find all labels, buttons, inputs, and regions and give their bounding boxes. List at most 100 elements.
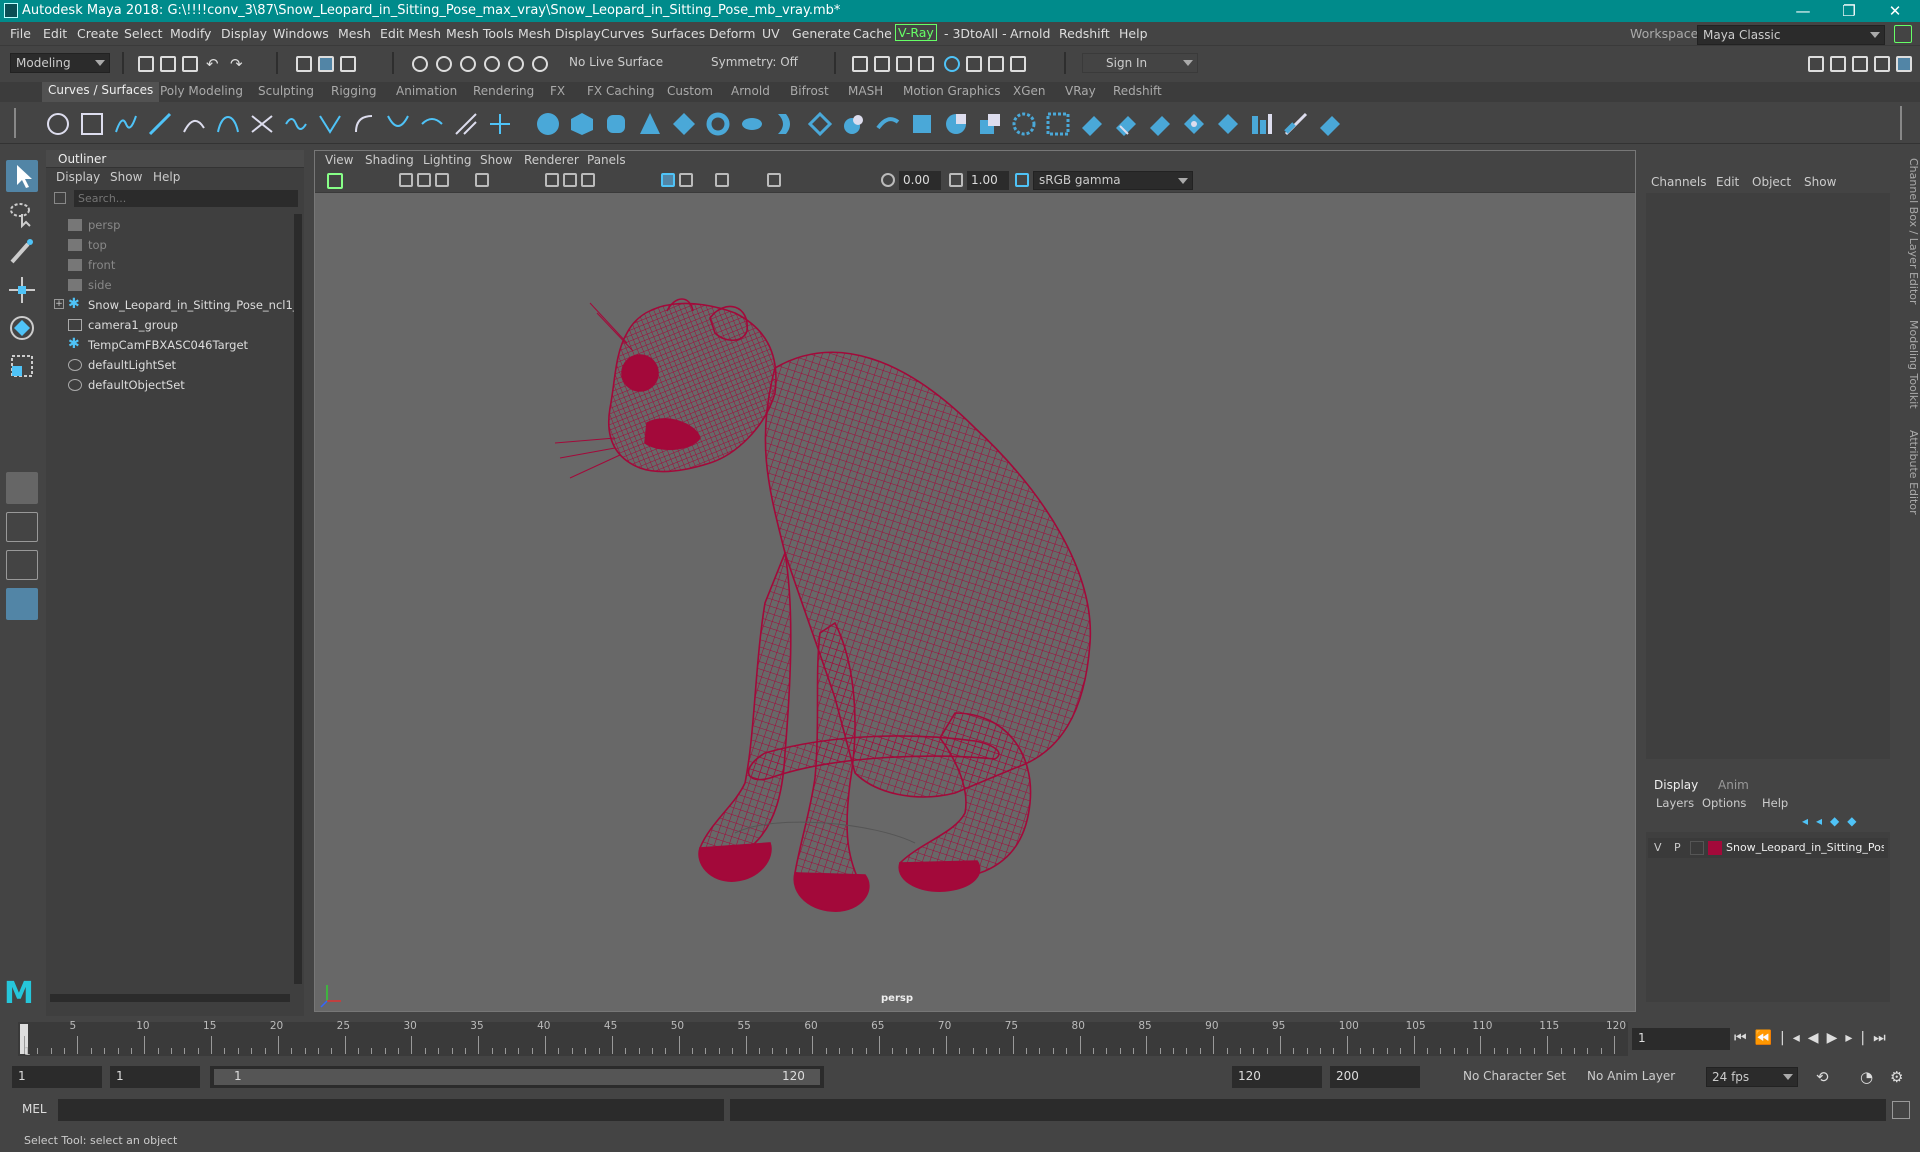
shelf-tab-animation[interactable]: Animation [396, 84, 457, 98]
new-scene-icon[interactable] [138, 56, 154, 72]
step-back-frame-icon[interactable]: ⏪ [1755, 1030, 1780, 1046]
layer-name[interactable]: Snow_Leopard_in_Sitting_Pose [1726, 841, 1884, 854]
extend-curve-icon[interactable] [352, 112, 376, 136]
viewport-menu-panels[interactable]: Panels [587, 153, 626, 167]
menu-surfaces[interactable]: Surfaces [651, 26, 705, 41]
outliner-vertical-scrollbar[interactable] [294, 214, 302, 984]
undo-icon[interactable]: ↶ [206, 55, 219, 73]
channelbox-menu-edit[interactable]: Edit [1716, 175, 1739, 189]
persp-outliner-layout-icon[interactable] [6, 550, 38, 580]
viewport-menu-view[interactable]: View [325, 153, 353, 167]
close-button[interactable]: ✕ [1872, 0, 1918, 22]
toggle-modeling-toolkit-icon[interactable] [1808, 56, 1824, 72]
pause-render-icon[interactable] [1010, 56, 1026, 72]
open-scene-icon[interactable] [160, 56, 176, 72]
attach-surfaces-icon[interactable] [1182, 112, 1206, 136]
go-to-end-icon[interactable]: ⏭ [1873, 1030, 1894, 1046]
restore-button[interactable]: ❐ [1826, 0, 1872, 22]
ipr-render-icon[interactable] [896, 56, 912, 72]
single-perspective-layout-icon[interactable] [6, 472, 38, 504]
arc-tool-icon[interactable] [216, 112, 240, 136]
menu-vray[interactable]: V-Ray [895, 24, 937, 41]
menu-3dtoall[interactable]: - 3DtoAll - [944, 26, 1007, 41]
symmetry-dropdown[interactable]: Symmetry: Off [706, 53, 806, 73]
channelbox-menu-show[interactable]: Show [1804, 175, 1836, 189]
snow-leopard-wireframe[interactable] [315, 193, 1635, 1011]
menu-create[interactable]: Create [77, 26, 119, 41]
offset-curve-icon[interactable] [386, 112, 410, 136]
nurbs-sphere-icon[interactable] [536, 112, 560, 136]
live-surface-field[interactable]: No Live Surface [564, 53, 664, 73]
shelf-tab-rendering[interactable]: Rendering [473, 84, 534, 98]
birail-icon[interactable] [876, 112, 900, 136]
planar-icon[interactable] [808, 112, 832, 136]
anim-layer-dropdown[interactable]: No Anim Layer [1582, 1067, 1688, 1087]
menu-modify[interactable]: Modify [170, 26, 211, 41]
shelf-tab-arnold[interactable]: Arnold [731, 84, 770, 98]
textured-icon[interactable] [715, 173, 729, 187]
shelf-tab-xgen[interactable]: XGen [1013, 84, 1046, 98]
film-gate-icon[interactable] [563, 173, 577, 187]
hypershade-icon[interactable] [944, 56, 960, 72]
isolate-select-icon[interactable] [767, 173, 781, 187]
layer-menu-help[interactable]: Help [1762, 796, 1788, 810]
nurbs-torus-icon[interactable] [706, 112, 730, 136]
nurbs-square-icon[interactable] [80, 112, 104, 136]
exposure-field[interactable]: 0.00 [899, 171, 941, 190]
outliner-item-top[interactable]: top [88, 238, 107, 252]
layer-menu-options[interactable]: Options [1702, 796, 1746, 810]
auto-key-icon[interactable]: ◔ [1860, 1068, 1873, 1086]
outliner-item-camera1-group[interactable]: camera1_group [88, 318, 178, 332]
outliner-layout-icon[interactable] [6, 588, 38, 620]
menu-file[interactable]: File [10, 26, 31, 41]
shelf-tab-motion-graphics[interactable]: Motion Graphics [903, 84, 1001, 98]
current-frame-field[interactable]: 1 [1632, 1028, 1730, 1050]
layer-visibility-toggle[interactable]: V [1654, 841, 1662, 854]
bookmarks-icon[interactable] [417, 173, 431, 187]
menu-arnold[interactable]: Arnold [1010, 26, 1050, 41]
layer-display-type-toggle[interactable] [1690, 841, 1704, 855]
attach-curves-icon[interactable] [250, 112, 274, 136]
menu-select[interactable]: Select [124, 26, 163, 41]
grid-icon[interactable] [545, 173, 559, 187]
menu-generate[interactable]: Generate [792, 26, 850, 41]
shelf-tab-mash[interactable]: MASH [848, 84, 883, 98]
toggle-tool-settings-icon[interactable] [1874, 56, 1890, 72]
redo-icon[interactable]: ↷ [230, 55, 243, 73]
toggle-human-ik-icon[interactable] [1830, 56, 1846, 72]
smooth-shade-icon[interactable] [679, 173, 693, 187]
shelf-tab-vray[interactable]: VRay [1065, 84, 1096, 98]
shelf-tab-fx-caching[interactable]: FX Caching [587, 84, 654, 98]
workspace-dropdown[interactable]: Maya Classic [1697, 25, 1885, 45]
select-component-icon[interactable] [340, 56, 356, 72]
loft-icon[interactable] [774, 112, 798, 136]
color-management-icon[interactable] [1015, 173, 1029, 187]
outliner-menu-show[interactable]: Show [110, 170, 142, 184]
paint-select-tool-icon[interactable] [6, 236, 38, 268]
layer-row[interactable]: V P Snow_Leopard_in_Sitting_Pose [1648, 838, 1888, 858]
menu-uv[interactable]: UV [762, 26, 780, 41]
outliner-item-snow-leopard[interactable]: Snow_Leopard_in_Sitting_Pose_ncl1_ [88, 298, 299, 312]
shelf-tab-bifrost[interactable]: Bifrost [790, 84, 829, 98]
outliner-menu-help[interactable]: Help [153, 170, 180, 184]
save-scene-icon[interactable] [182, 56, 198, 72]
expand-icon[interactable]: + [54, 299, 64, 309]
side-tab-modeling-toolkit[interactable]: Modeling Toolkit [1904, 320, 1920, 409]
ep-curve-tool-icon[interactable] [148, 112, 172, 136]
play-back-icon[interactable]: ◀ [1808, 1030, 1827, 1046]
resolution-gate-icon[interactable] [581, 173, 595, 187]
wireframe-icon[interactable] [661, 173, 675, 187]
channelbox-menu-object[interactable]: Object [1752, 175, 1791, 189]
shelf-tab-redshift[interactable]: Redshift [1113, 84, 1162, 98]
sculpt-geometry-icon[interactable] [1284, 112, 1308, 136]
snap-view-icon[interactable] [484, 56, 500, 72]
playback-start-field[interactable]: 1 [110, 1066, 200, 1088]
cv-curve-tool-icon[interactable] [114, 112, 138, 136]
menu-mesh-tools[interactable]: Mesh Tools [446, 26, 514, 41]
bezier-curve-tool-icon[interactable] [488, 112, 512, 136]
viewport-menu-renderer[interactable]: Renderer [524, 153, 579, 167]
play-forward-icon[interactable]: ▶ [1827, 1030, 1846, 1046]
outliner-search-input[interactable] [74, 190, 298, 207]
menu-curves[interactable]: Curves [601, 26, 644, 41]
pencil-curve-tool-icon[interactable] [182, 112, 206, 136]
